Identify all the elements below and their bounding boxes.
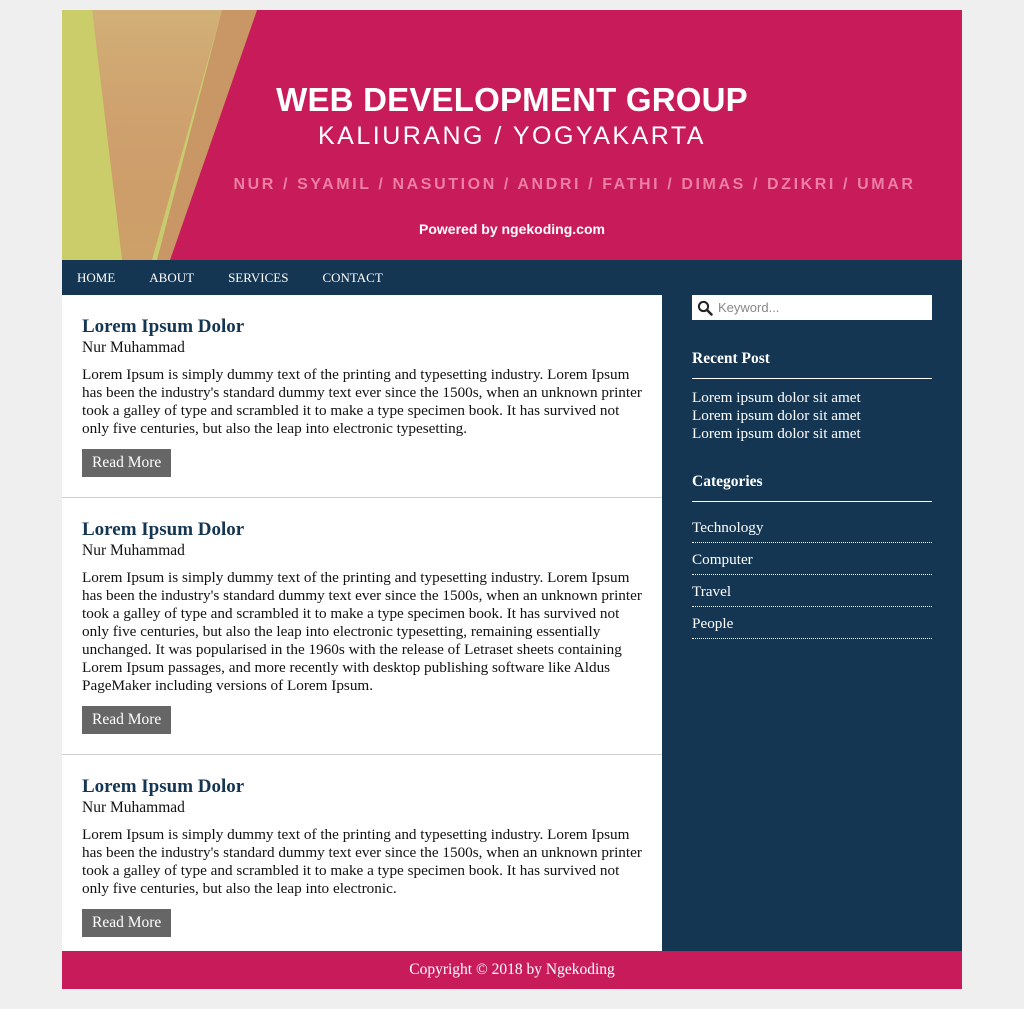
site-title: WEB DEVELOPMENT GROUP	[276, 81, 748, 118]
post-list: Lorem Ipsum Dolor Nur Muhammad Lorem Ips…	[62, 295, 662, 951]
category-list: Technology Computer Travel People	[692, 516, 932, 639]
post-item: Lorem Ipsum Dolor Nur Muhammad Lorem Ips…	[62, 295, 662, 498]
member-names: NUR / SYAMIL / NASUTION / ANDRI / FATHI …	[233, 176, 916, 193]
read-more-button[interactable]: Read More	[82, 706, 172, 734]
recent-post-link[interactable]: Lorem ipsum dolor sit amet	[692, 389, 932, 407]
search-input[interactable]	[718, 300, 918, 315]
nav-about[interactable]: ABOUT	[149, 270, 194, 286]
recent-post-link[interactable]: Lorem ipsum dolor sit amet	[692, 425, 932, 443]
nav-home[interactable]: HOME	[77, 270, 115, 286]
site-subtitle: KALIURANG / YOGYAKARTA	[318, 122, 706, 150]
post-body: Lorem Ipsum is simply dummy text of the …	[82, 569, 642, 694]
content-area: Lorem Ipsum Dolor Nur Muhammad Lorem Ips…	[62, 295, 962, 951]
category-people[interactable]: People	[692, 612, 932, 639]
read-more-button[interactable]: Read More	[82, 909, 172, 937]
recent-post-list: Lorem ipsum dolor sit amet Lorem ipsum d…	[692, 389, 932, 443]
search-box	[692, 295, 932, 320]
post-title[interactable]: Lorem Ipsum Dolor	[82, 775, 642, 798]
page-container: WEB DEVELOPMENT GROUP KALIURANG / YOGYAK…	[62, 10, 962, 989]
post-item: Lorem Ipsum Dolor Nur Muhammad Lorem Ips…	[62, 498, 662, 755]
post-body: Lorem Ipsum is simply dummy text of the …	[82, 826, 642, 897]
post-author: Nur Muhammad	[82, 542, 185, 559]
site-header: WEB DEVELOPMENT GROUP KALIURANG / YOGYAK…	[62, 10, 962, 260]
recent-post-heading: Recent Post	[692, 350, 932, 379]
search-icon	[697, 300, 713, 316]
categories-heading: Categories	[692, 473, 932, 502]
nav-services[interactable]: SERVICES	[228, 270, 288, 286]
post-body: Lorem Ipsum is simply dummy text of the …	[82, 366, 642, 437]
post-item: Lorem Ipsum Dolor Nur Muhammad Lorem Ips…	[62, 755, 662, 957]
post-title[interactable]: Lorem Ipsum Dolor	[82, 315, 642, 338]
recent-post-link[interactable]: Lorem ipsum dolor sit amet	[692, 407, 932, 425]
category-computer[interactable]: Computer	[692, 548, 932, 575]
read-more-button[interactable]: Read More	[82, 449, 172, 477]
post-title[interactable]: Lorem Ipsum Dolor	[82, 518, 642, 541]
post-author: Nur Muhammad	[82, 339, 185, 356]
post-author: Nur Muhammad	[82, 799, 185, 816]
sidebar: Recent Post Lorem ipsum dolor sit amet L…	[662, 295, 962, 951]
nav-contact[interactable]: CONTACT	[322, 270, 382, 286]
main-nav: HOME ABOUT SERVICES CONTACT	[62, 260, 962, 295]
powered-by: Powered by ngekoding.com	[419, 221, 605, 237]
category-technology[interactable]: Technology	[692, 516, 932, 543]
category-travel[interactable]: Travel	[692, 580, 932, 607]
